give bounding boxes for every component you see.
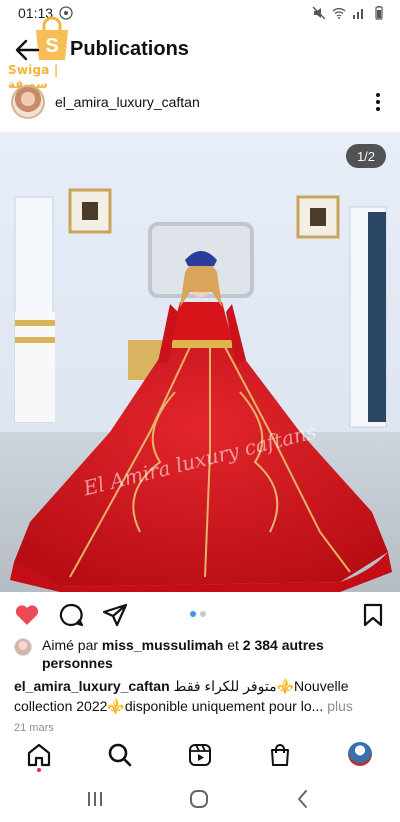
home-icon[interactable] (26, 742, 52, 768)
comment-bubble-icon[interactable] (58, 602, 84, 628)
post-username[interactable]: el_amira_luxury_caftan (55, 94, 200, 110)
app-bar: Publications (0, 30, 400, 70)
carousel-indicator (190, 611, 206, 617)
back-button-icon[interactable] (292, 788, 314, 810)
bookmark-icon[interactable] (360, 602, 386, 628)
recent-apps-icon[interactable] (84, 788, 106, 810)
post-date: 21 mars (14, 722, 54, 734)
likes-prefix: Aimé par (42, 637, 102, 653)
post-image[interactable]: El Amira luxury caftans 1/2 (0, 132, 400, 592)
shopping-bag-icon[interactable] (267, 742, 293, 768)
home-active-dot (37, 768, 41, 772)
heart-filled-icon[interactable] (14, 602, 40, 628)
caftan-photo: El Amira luxury caftans (0, 132, 400, 592)
avatar[interactable] (11, 85, 45, 119)
carousel-dot-active (190, 611, 196, 617)
likes-middle: et (223, 637, 243, 653)
more-options-icon[interactable] (368, 90, 388, 114)
page-title: Publications (70, 38, 189, 60)
reels-icon[interactable] (187, 742, 213, 768)
battery-icon (375, 6, 383, 20)
status-right (312, 6, 386, 20)
liker-username[interactable]: miss_mussulimah (102, 637, 223, 653)
wifi-icon (332, 8, 346, 19)
bottom-tab-bar (0, 738, 400, 774)
paper-plane-icon[interactable] (102, 602, 128, 628)
system-navigation-bar (0, 776, 400, 822)
image-counter-badge: 1/2 (346, 144, 386, 168)
caption-more-link[interactable]: plus (323, 698, 353, 714)
mute-icon (312, 6, 326, 20)
profile-avatar[interactable] (348, 742, 372, 766)
post-caption: el_amira_luxury_caftan متوفر للكراء فقط⚜… (14, 676, 390, 716)
post-header: el_amira_luxury_caftan (0, 82, 400, 126)
back-arrow-icon[interactable] (14, 38, 40, 62)
caption-username[interactable]: el_amira_luxury_caftan (14, 678, 170, 694)
home-button-icon[interactable] (188, 788, 210, 810)
carousel-dot (200, 611, 206, 617)
search-icon[interactable] (107, 742, 133, 768)
post-action-row (0, 600, 400, 630)
signal-icon (353, 9, 363, 19)
likes-row[interactable]: Aimé par miss_mussulimah et 2 384 autres… (14, 636, 390, 672)
likes-text: Aimé par miss_mussulimah et 2 384 autres… (14, 636, 390, 672)
liker-avatar (14, 638, 32, 656)
